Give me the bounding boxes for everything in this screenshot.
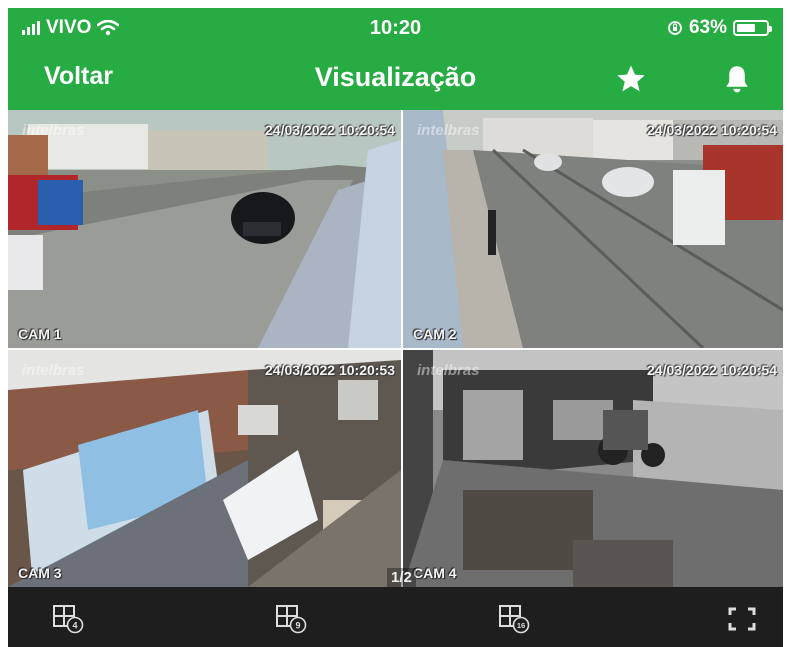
- camera-3-image: [8, 350, 401, 587]
- battery-icon: [733, 20, 772, 36]
- camera-feed-4[interactable]: intelbras 24/03/2022 10:20:54 CAM 4: [403, 350, 783, 587]
- status-bar: VIVO 10:20 63%: [8, 8, 783, 50]
- camera-label: CAM 4: [413, 565, 457, 581]
- camera-watermark: intelbras: [417, 362, 480, 379]
- grid-16-layout-button[interactable]: 16: [498, 604, 534, 634]
- camera-feed-3[interactable]: intelbras 24/03/2022 10:20:53 CAM 3: [8, 350, 401, 587]
- camera-label: CAM 3: [18, 565, 62, 581]
- camera-label: CAM 2: [413, 326, 457, 342]
- nav-bar: Voltar Visualização: [8, 50, 783, 110]
- camera-watermark: intelbras: [22, 122, 85, 139]
- grid-4-label: 4: [72, 621, 77, 631]
- grid-9-label: 9: [295, 621, 300, 631]
- camera-watermark: intelbras: [417, 122, 480, 139]
- camera-label: CAM 1: [18, 326, 62, 342]
- camera-1-image: [8, 110, 401, 348]
- star-icon[interactable]: [614, 62, 648, 96]
- camera-timestamp: 24/03/2022 10:20:54: [265, 122, 395, 138]
- page-indicator: 1/2: [387, 568, 416, 587]
- camera-timestamp: 24/03/2022 10:20:54: [647, 122, 777, 138]
- orientation-lock-icon: [668, 21, 682, 35]
- camera-grid: intelbras 24/03/2022 10:20:54 CAM 1 inte…: [8, 110, 783, 587]
- grid-4-layout-button[interactable]: 4: [52, 604, 88, 634]
- battery-group: 63%: [667, 17, 772, 39]
- camera-4-image: [403, 350, 783, 587]
- camera-2-image: [403, 110, 783, 348]
- app-header: VIVO 10:20 63% Voltar Visualização: [8, 8, 783, 110]
- battery-fill: [737, 24, 755, 32]
- camera-timestamp: 24/03/2022 10:20:53: [265, 362, 395, 378]
- camera-feed-2[interactable]: intelbras 24/03/2022 10:20:54 CAM 2: [403, 110, 783, 348]
- bell-icon[interactable]: [720, 62, 754, 96]
- camera-watermark: intelbras: [22, 362, 85, 379]
- page-title: Visualização: [314, 62, 477, 92]
- layout-toolbar: 4 9 16: [8, 587, 783, 647]
- grid-16-label: 16: [517, 621, 525, 630]
- grid-9-layout-button[interactable]: 9: [275, 604, 311, 634]
- fullscreen-icon[interactable]: [724, 604, 760, 634]
- camera-feed-1[interactable]: intelbras 24/03/2022 10:20:54 CAM 1: [8, 110, 401, 348]
- battery-percent: 63%: [688, 17, 727, 38]
- camera-timestamp: 24/03/2022 10:20:54: [647, 362, 777, 378]
